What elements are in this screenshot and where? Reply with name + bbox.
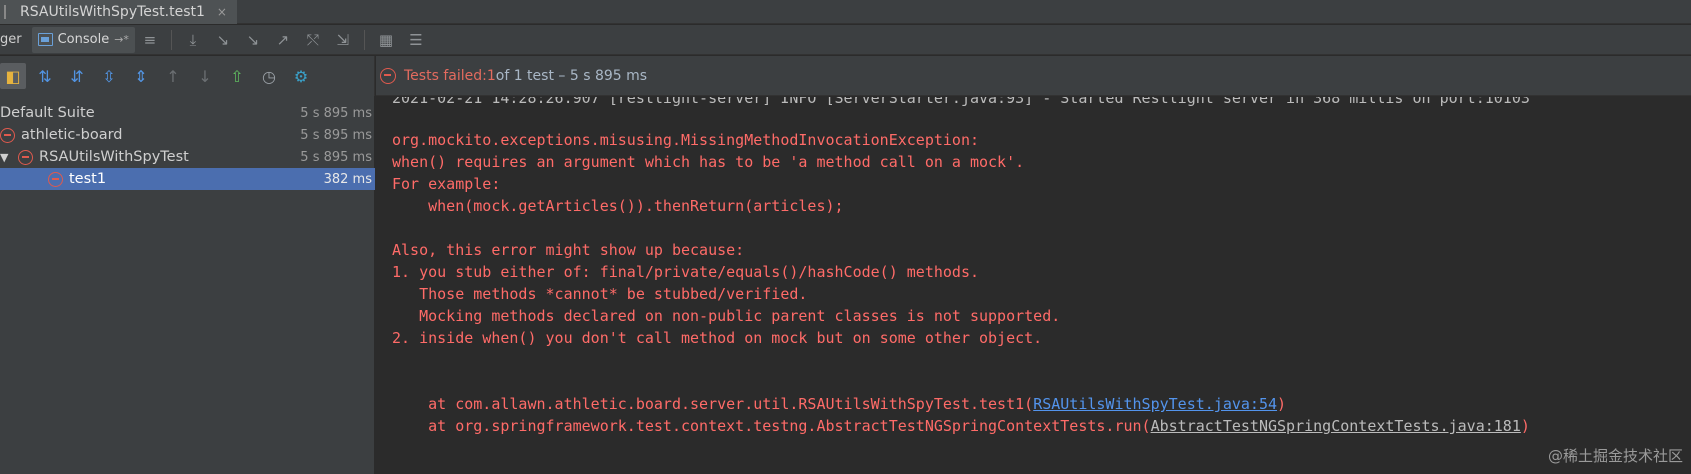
tree-item-label: Default Suite [0,105,95,121]
failed-icon [0,127,15,143]
run-config-icon [4,5,14,19]
tree-item-rsautilswithspytest[interactable]: ▼ RSAUtilsWithSpyTest 5 s 895 ms [0,146,375,168]
step-out-icon[interactable]: ↗ [272,29,294,51]
tab-console[interactable]: Console →* [31,26,135,53]
test-runner-toolbar: ◧ ⇅ ⇵ ⇳ ⇕ ↑ ↓ ⇧ ◷ ⚙ [0,56,375,96]
console-output[interactable]: 2021-02-21 14:28:26.907 [restlight-serve… [376,97,1691,474]
tab-debugger[interactable]: ger [0,32,28,47]
tree-item-duration: 382 ms [323,171,372,187]
sort-alphabetically-icon[interactable]: ⇅ [32,63,58,89]
tree-item-label: RSAUtilsWithSpyTest [39,149,189,165]
tab-console-label: Console [57,32,110,47]
step-over-icon[interactable]: ↘ [212,29,234,51]
console-log-line: 2021-02-21 14:28:26.907 [restlight-serve… [392,97,1530,107]
previous-failed-icon[interactable]: ↑ [160,63,186,89]
failed-icon [18,149,33,165]
stack-trace-link[interactable]: AbstractTestNGSpringContextTests.java:18… [1151,417,1521,435]
status-failed-label: Tests failed: [404,67,487,84]
run-tab-bar: RSAUtilsWithSpyTest.test1 × [0,0,1691,24]
stack-trace-line: at org.springframework.test.context.test… [392,417,1530,435]
next-failed-icon[interactable]: ↓ [192,63,218,89]
stack-trace-suffix: ) [1520,417,1530,435]
console-line: Mocking methods declared on non-public p… [392,307,1061,325]
stack-trace-prefix: at org.springframework.test.context.test… [392,417,1151,435]
console-line: For example: [392,175,501,193]
console-line: Those methods *cannot* be stubbed/verifi… [392,285,808,303]
step-into-icon[interactable]: ↘ [242,29,264,51]
test-status-bar: Tests failed: 1 of 1 test – 5 s 895 ms [376,56,1691,96]
show-execution-point-icon[interactable]: ⤓ [182,29,204,51]
expand-all-icon[interactable]: ⇳ [96,63,122,89]
tree-item-test1[interactable]: test1 382 ms [0,168,375,190]
evaluate-icon[interactable]: ▦ [375,29,397,51]
console-line: when() requires an argument which has to… [392,153,1025,171]
console-line: org.mockito.exceptions.misusing.MissingM… [392,131,979,149]
toolbar-separator [363,29,365,50]
stack-trace-suffix: ) [1277,395,1287,413]
failed-icon [48,171,63,187]
console-line: when(mock.getArticles()).thenReturn(arti… [392,197,844,215]
expand-arrow-icon[interactable]: ▼ [0,151,14,164]
export-results-icon[interactable]: ⇧ [224,63,250,89]
console-icon [37,33,53,46]
tree-item-duration: 5 s 895 ms [300,149,372,165]
tree-item-duration: 5 s 895 ms [300,105,372,121]
toolbar-separator [170,29,172,50]
console-line: Also, this error might show up because: [392,241,745,259]
tree-item-duration: 5 s 895 ms [300,127,372,143]
drop-frame-icon[interactable]: ⤲ [302,29,324,51]
tree-item-athletic-board[interactable]: athletic-board 5 s 895 ms [0,124,375,146]
layout-icon[interactable]: ≡ [139,29,161,51]
console-line: 2. inside when() you don't call method o… [392,329,1043,347]
run-tab[interactable]: RSAUtilsWithSpyTest.test1 × [0,0,237,24]
show-passed-icon[interactable]: ◧ [0,63,26,89]
stack-trace-link[interactable]: RSAUtilsWithSpyTest.java:54 [1033,395,1277,413]
run-tab-title: RSAUtilsWithSpyTest.test1 [20,4,205,20]
console-line: 1. you stub either of: final/private/equ… [392,263,979,281]
status-failed-count: 1 [486,67,496,84]
pin-icon[interactable]: →* [114,33,129,46]
tree-item-label: athletic-board [21,127,123,143]
test-tree: Default Suite 5 s 895 ms athletic-board … [0,96,375,474]
sort-by-duration-icon[interactable]: ⇵ [64,63,90,89]
watermark: @稀土掘金技术社区 [1547,447,1683,465]
stack-trace-prefix: at com.allawn.athletic.board.server.util… [392,395,1034,413]
run-to-cursor-icon[interactable]: ⇲ [332,29,354,51]
close-icon[interactable]: × [217,5,227,19]
settings-gear-icon[interactable]: ⚙ [288,63,314,89]
stack-trace-line: at com.allawn.athletic.board.server.util… [392,395,1286,413]
tree-item-default-suite[interactable]: Default Suite 5 s 895 ms [0,102,375,124]
status-summary: of 1 test – 5 s 895 ms [495,67,648,84]
tree-item-label: test1 [69,171,107,187]
trace-icon[interactable]: ☰ [405,29,427,51]
history-icon[interactable]: ◷ [256,63,282,89]
failed-icon [380,67,396,84]
console-toolbar: ger Console →* ≡ ⤓ ↘ ↘ ↗ ⤲ ⇲ ▦ ☰ [0,25,1691,55]
collapse-all-icon[interactable]: ⇕ [128,63,154,89]
